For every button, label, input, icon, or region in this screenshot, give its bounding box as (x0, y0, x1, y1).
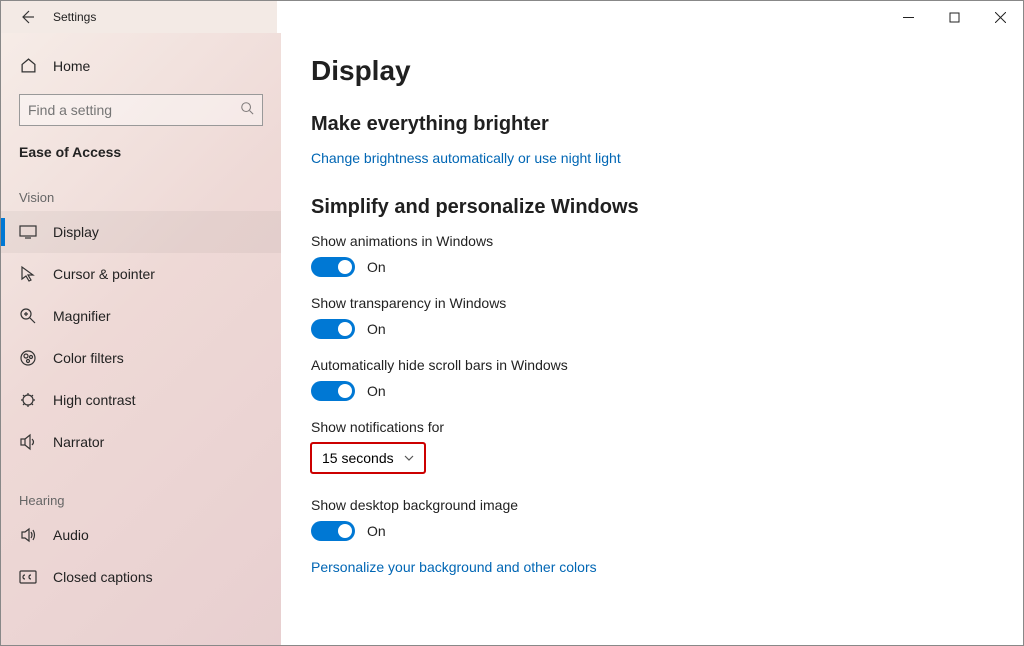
window-title: Settings (53, 10, 96, 24)
sidebar-item-closedcaptions[interactable]: Closed captions (1, 556, 281, 598)
personalize-link[interactable]: Personalize your background and other co… (311, 559, 597, 575)
animations-toggle[interactable] (311, 257, 355, 277)
titlebar-left: Settings (1, 9, 96, 25)
sidebar-item-label: Cursor & pointer (53, 266, 155, 282)
scrollbars-toggle[interactable] (311, 381, 355, 401)
notifications-dropdown[interactable]: 15 seconds (311, 443, 425, 473)
group-hearing: Hearing (1, 463, 281, 514)
sidebar-item-cursor[interactable]: Cursor & pointer (1, 253, 281, 295)
audio-icon (19, 526, 37, 544)
highcontrast-icon (19, 391, 37, 409)
section-brighter: Make everything brighter (311, 113, 1023, 136)
scrollbars-label: Automatically hide scroll bars in Window… (311, 357, 1023, 373)
sidebar-item-label: Narrator (53, 434, 104, 450)
transparency-label: Show transparency in Windows (311, 295, 1023, 311)
notifications-value: 15 seconds (322, 450, 394, 466)
home-label: Home (53, 58, 90, 74)
window-controls (885, 1, 1023, 33)
sidebar-item-display[interactable]: Display (1, 211, 281, 253)
sidebar-item-label: Display (53, 224, 99, 240)
animations-state: On (367, 259, 386, 275)
content: Display Make everything brighter Change … (281, 33, 1023, 645)
background-toggle[interactable] (311, 521, 355, 541)
titlebar: Settings (1, 1, 1023, 33)
transparency-state: On (367, 321, 386, 337)
home-button[interactable]: Home (1, 47, 281, 84)
back-button[interactable] (19, 9, 35, 25)
maximize-button[interactable] (931, 1, 977, 33)
search-box[interactable] (19, 94, 263, 126)
background-state: On (367, 523, 386, 539)
sidebar-item-highcontrast[interactable]: High contrast (1, 379, 281, 421)
section-simplify: Simplify and personalize Windows (311, 196, 1023, 219)
search-icon (240, 101, 254, 120)
background-label: Show desktop background image (311, 497, 1023, 513)
sidebar-section: Ease of Access (1, 126, 281, 160)
closedcaptions-icon (19, 570, 37, 584)
transparency-toggle[interactable] (311, 319, 355, 339)
page-title: Display (311, 55, 1023, 87)
sidebar-item-label: Magnifier (53, 308, 111, 324)
sidebar-item-label: Audio (53, 527, 89, 543)
magnifier-icon (19, 307, 37, 325)
display-icon (19, 225, 37, 239)
sidebar-item-colorfilters[interactable]: Color filters (1, 337, 281, 379)
close-button[interactable] (977, 1, 1023, 33)
sidebar-item-magnifier[interactable]: Magnifier (1, 295, 281, 337)
sidebar-item-narrator[interactable]: Narrator (1, 421, 281, 463)
search-input[interactable] (28, 102, 240, 118)
notifications-label: Show notifications for (311, 419, 1023, 435)
animations-label: Show animations in Windows (311, 233, 1023, 249)
sidebar-item-label: High contrast (53, 392, 135, 408)
group-vision: Vision (1, 160, 281, 211)
minimize-button[interactable] (885, 1, 931, 33)
sidebar-item-audio[interactable]: Audio (1, 514, 281, 556)
colorfilters-icon (19, 349, 37, 367)
home-icon (19, 57, 37, 74)
brightness-link[interactable]: Change brightness automatically or use n… (311, 150, 621, 166)
narrator-icon (19, 433, 37, 451)
scrollbars-state: On (367, 383, 386, 399)
chevron-down-icon (404, 450, 414, 466)
cursor-icon (19, 265, 37, 283)
sidebar-item-label: Closed captions (53, 569, 153, 585)
sidebar: Home Ease of Access Vision Display Curso… (1, 33, 281, 645)
sidebar-item-label: Color filters (53, 350, 124, 366)
